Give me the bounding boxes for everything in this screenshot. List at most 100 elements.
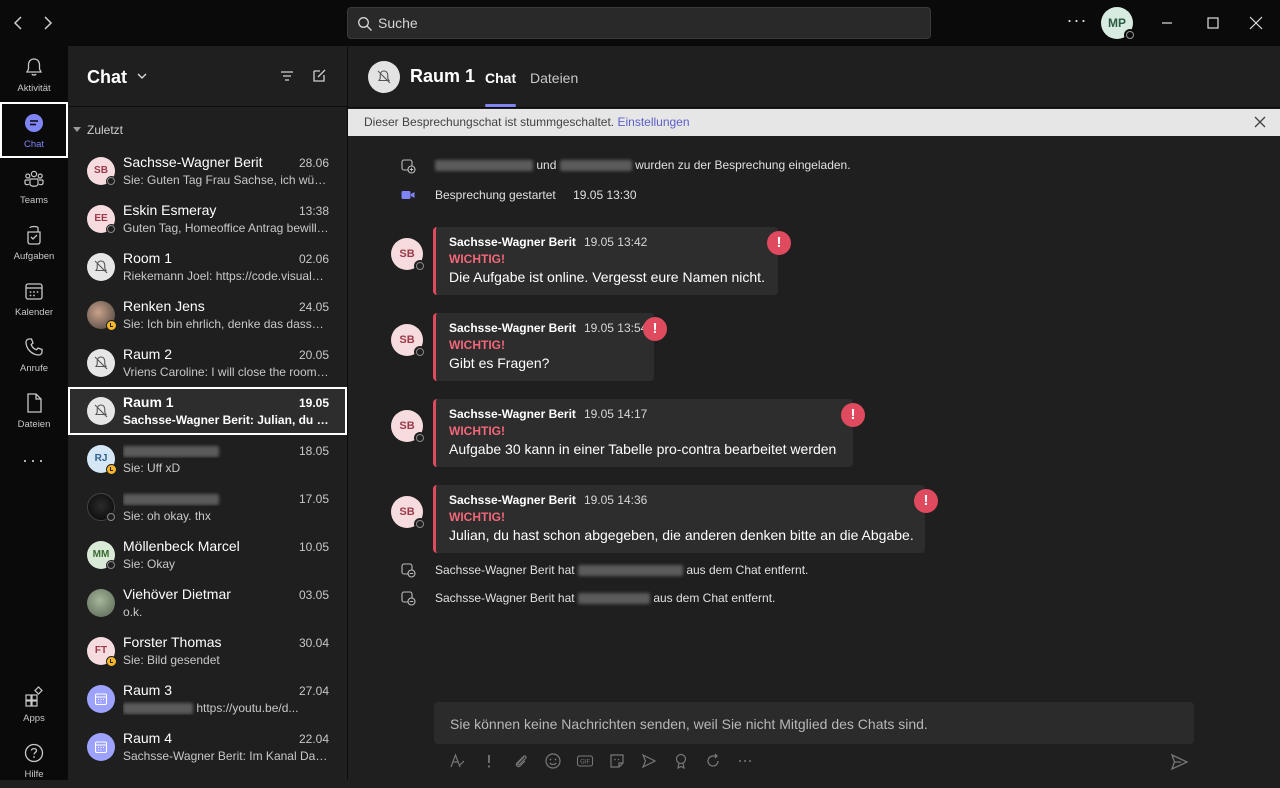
message-author: Sachsse-Wagner Berit — [449, 235, 576, 249]
minimize-icon[interactable] — [1156, 12, 1178, 34]
more-options-button[interactable]: ··· — [1066, 10, 1088, 34]
new-chat-icon[interactable] — [311, 68, 327, 84]
filter-icon[interactable] — [279, 68, 295, 84]
chat-item[interactable]: Raum 2 20.05 Vriens Caroline: I will clo… — [68, 339, 347, 387]
loop-icon[interactable] — [704, 752, 722, 770]
add-person-icon — [401, 159, 416, 174]
more-apps-button[interactable]: ··· — [0, 450, 68, 471]
rail-item-calendar[interactable]: Kalender — [0, 270, 68, 326]
gif-icon[interactable]: GIF — [576, 752, 594, 770]
avatar[interactable]: SB — [391, 496, 426, 530]
system-text: wurden zu der Besprechung eingeladen. — [635, 158, 851, 172]
chat-item[interactable]: MM Möllenbeck Marcel 10.05 Sie: Okay — [68, 531, 347, 579]
chat-item-preview: Sie: Ich bin ehrlich, denke das dasselbe — [123, 317, 329, 331]
rail-item-apps[interactable]: Apps — [0, 676, 68, 732]
app-rail: Aktivität Chat Teams Aufgaben Kalender A… — [0, 46, 68, 780]
chat-item-date: 19.05 — [298, 396, 329, 410]
page-title: Raum 1 — [410, 66, 476, 86]
avatar[interactable]: SB — [391, 410, 426, 444]
rail-item-activity[interactable]: Aktivität — [0, 46, 68, 102]
chat-item[interactable]: FT Forster Thomas 30.04 Sie: Bild gesend… — [68, 627, 347, 675]
avatar-initials: SB — [399, 420, 415, 432]
redacted-name — [435, 160, 533, 172]
chat-item[interactable]: 17.05 Sie: oh okay. thx — [68, 483, 347, 531]
tab-files[interactable]: Dateien — [530, 70, 578, 86]
chat-main: Raum 1 Chat Dateien Dieser Besprechungsc… — [347, 46, 1280, 780]
rail-item-chat[interactable]: Chat — [0, 102, 68, 158]
presence-offline-icon — [106, 176, 117, 187]
message-bubble[interactable]: Sachsse-Wagner Berit 19.05 14:17 WICHTIG!… — [433, 399, 853, 467]
message-text: Aufgabe 30 kann in einer Tabelle pro-con… — [449, 441, 837, 457]
system-time: 19.05 13:30 — [573, 188, 637, 202]
message-bubble[interactable]: Sachsse-Wagner Berit 19.05 13:54 WICHTIG!… — [433, 313, 654, 381]
praise-icon[interactable] — [672, 752, 690, 770]
system-text: Sachsse-Wagner Berit hat — [435, 563, 575, 577]
phone-icon — [25, 338, 43, 356]
attach-icon[interactable] — [512, 752, 530, 770]
avatar[interactable]: SB — [391, 238, 426, 272]
chat-item-date: 10.05 — [298, 540, 329, 554]
message-bubble[interactable]: Sachsse-Wagner Berit 19.05 14:36 WICHTIG!… — [433, 485, 925, 553]
remove-person-icon — [401, 591, 416, 606]
more-icon[interactable] — [736, 752, 754, 770]
forward-button[interactable] — [36, 12, 58, 34]
important-flag: WICHTIG! — [449, 338, 505, 352]
system-message-removed: Sachsse-Wagner Berit hat aus dem Chat en… — [435, 591, 775, 605]
chevron-left-icon — [13, 16, 22, 30]
teams-icon — [24, 170, 44, 187]
message-text: Julian, du hast schon abgegeben, die and… — [449, 527, 914, 543]
rail-item-files[interactable]: Dateien — [0, 382, 68, 438]
tab-chat[interactable]: Chat — [485, 70, 517, 107]
chat-item-name: Renken Jens — [123, 298, 205, 314]
search-input[interactable]: Suche — [347, 7, 931, 39]
chat-item-name: Sachsse-Wagner Berit — [123, 154, 263, 170]
presence-offline-icon — [414, 432, 426, 444]
format-icon[interactable] — [448, 752, 466, 770]
chat-item-name: Raum 3 — [123, 682, 173, 698]
chat-item-preview: o.k. — [123, 605, 143, 619]
section-recent[interactable]: Zuletzt — [73, 123, 123, 137]
apps-icon — [25, 686, 43, 707]
avatar — [87, 349, 115, 377]
chat-item-selected[interactable]: Raum 1 19.05 Sachsse-Wagner Berit: Julia… — [68, 387, 347, 435]
rail-item-tasks[interactable]: Aufgaben — [0, 214, 68, 270]
svg-text:GIF: GIF — [580, 759, 590, 766]
settings-link[interactable]: Einstellungen — [617, 115, 689, 129]
meet-now-icon[interactable] — [640, 752, 658, 770]
rail-item-teams[interactable]: Teams — [0, 158, 68, 214]
chat-item[interactable]: Raum 4 22.04 Sachsse-Wagner Berit: Im Ka… — [68, 723, 347, 771]
back-button[interactable] — [8, 12, 30, 34]
search-icon — [358, 17, 372, 31]
user-avatar[interactable]: MP — [1101, 7, 1136, 41]
maximize-icon[interactable] — [1202, 12, 1224, 34]
chat-item[interactable]: Viehöver Dietmar 03.05 o.k. — [68, 579, 347, 627]
send-icon[interactable] — [1169, 752, 1189, 772]
chat-item[interactable]: SB Sachsse-Wagner Berit 28.06 Sie: Guten… — [68, 147, 347, 195]
chat-item[interactable]: EE Eskin Esmeray 13:38 Guten Tag, Homeof… — [68, 195, 347, 243]
emoji-icon[interactable] — [544, 752, 562, 770]
rail-item-calls[interactable]: Anrufe — [0, 326, 68, 382]
chat-item[interactable]: Room 1 02.06 Riekemann Joel: https://cod… — [68, 243, 347, 291]
avatar-initials: SB — [399, 248, 415, 260]
important-icon[interactable] — [480, 752, 498, 770]
chat-list-title[interactable]: Chat — [87, 67, 127, 88]
chat-item-preview-text: https://youtu.be/d... — [196, 701, 299, 715]
chat-item[interactable]: Raum 3 27.04 https://youtu.be/d... — [68, 675, 347, 723]
chat-item-preview: Sie: oh okay. thx — [123, 509, 211, 523]
avatar[interactable]: SB — [391, 324, 426, 358]
message-author: Sachsse-Wagner Berit — [449, 321, 576, 335]
message-bubble[interactable]: Sachsse-Wagner Berit 19.05 13:42 WICHTIG!… — [433, 227, 778, 295]
important-icon: ! — [643, 317, 667, 341]
chevron-down-icon[interactable] — [136, 70, 148, 82]
close-window-icon[interactable] — [1245, 12, 1267, 34]
chat-item[interactable]: Renken Jens 24.05 Sie: Ich bin ehrlich, … — [68, 291, 347, 339]
sticker-icon[interactable] — [608, 752, 626, 770]
message-text: Die Aufgabe ist online. Vergesst eure Na… — [449, 269, 765, 285]
collapse-triangle-icon — [73, 127, 81, 132]
bell-muted-icon — [94, 260, 108, 274]
tasks-icon — [27, 225, 41, 245]
section-label: Zuletzt — [87, 123, 124, 137]
rail-label: Hilfe — [24, 769, 44, 780]
chat-item[interactable]: RJ 18.05 Sie: Uff xD — [68, 435, 347, 483]
close-icon[interactable] — [1253, 115, 1267, 129]
